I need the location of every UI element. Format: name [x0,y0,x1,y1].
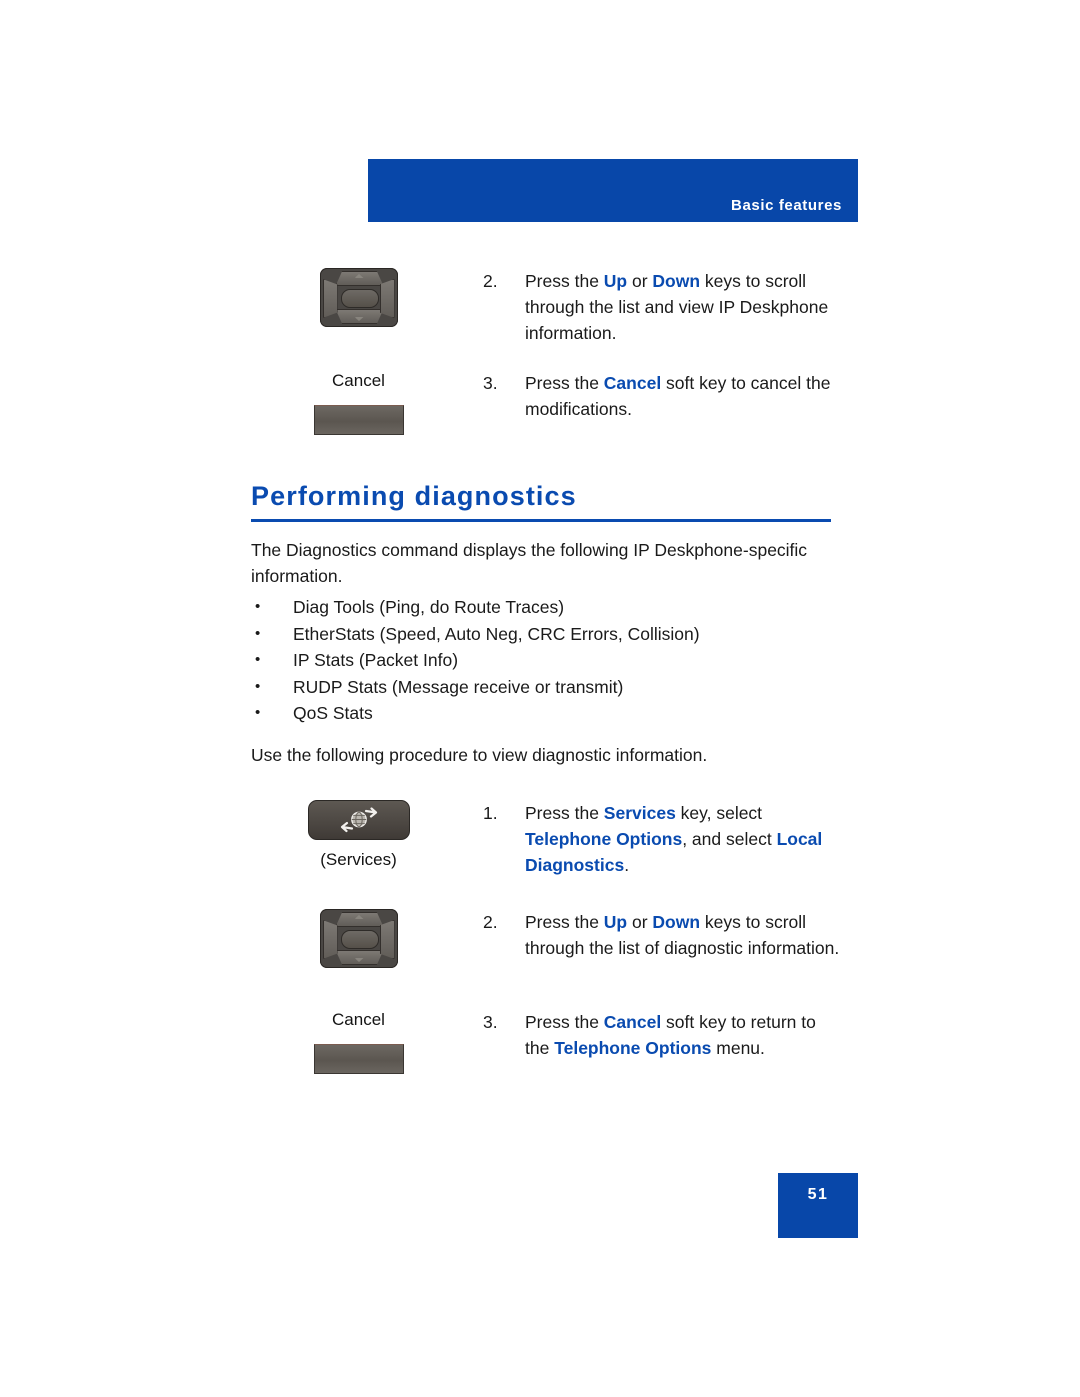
soft-key-icon [313,405,404,435]
nav-center-button [340,289,379,308]
emphasized-term: Services [603,803,676,823]
list-item: EtherStats (Speed, Auto Neg, CRC Errors,… [251,621,851,648]
step-text: Press the Up or Down keys to scroll thro… [525,909,843,961]
section-heading-block: Performing diagnostics [251,480,831,522]
procedure-intro-paragraph: Use the following procedure to view diag… [251,745,708,765]
body-text-run: , and select [682,829,777,849]
services-key-icon [307,800,410,840]
nav-left-segment [322,920,338,959]
nav-up-segment [335,912,384,927]
step-text: Press the Cancel soft key to cancel the … [525,370,843,422]
step-body: 3. Press the Cancel soft key to cancel t… [483,370,843,422]
diagnostics-bullet-list: Diag Tools (Ping, do Route Traces) Ether… [251,594,851,727]
step-body: 2. Press the Up or Down keys to scroll t… [483,268,843,346]
step-body: 1. Press the Services key, select Teleph… [483,800,843,878]
list-item: QoS Stats [251,700,851,727]
body-text-run: Press the [525,271,604,291]
soft-key-caption: Cancel [332,371,385,390]
heading-rule [251,519,831,522]
step-number: 3. [483,373,498,393]
nav-right-segment [379,920,395,959]
body-text-run: Press the [525,803,604,823]
emphasized-term: Down [652,912,701,932]
nav-right-segment [379,279,395,318]
emphasized-term: Cancel [603,1012,662,1032]
services-key-caption: (Services) [320,850,397,869]
emphasized-term: Telephone Options [554,1038,712,1058]
emphasized-term: Down [652,271,701,291]
step-number: 3. [483,1012,498,1032]
page-title: Performing diagnostics [251,481,577,511]
soft-key-caption: Cancel [332,1010,385,1029]
body-text-run: or [627,271,653,291]
body-text-run: or [627,912,653,932]
navigation-cluster-key-icon [319,909,398,968]
soft-key-icon [313,1044,404,1074]
list-item: IP Stats (Packet Info) [251,647,851,674]
step-art-navigation-key [251,909,466,968]
page-number: 51 [807,1186,829,1203]
step-number: 2. [483,271,498,291]
section-intro-paragraph: The Diagnostics command displays the fol… [251,540,808,586]
body-text-run: menu. [711,1038,765,1058]
list-item: RUDP Stats (Message receive or transmit) [251,674,851,701]
body-text-run: Press the [525,1012,604,1032]
nav-down-segment [335,309,384,324]
page-number-box: 51 [778,1173,858,1238]
step-text: Press the Cancel soft key to return to t… [525,1009,843,1061]
nav-left-segment [322,279,338,318]
step-art-soft-key: Cancel [251,370,466,435]
document-page: Basic features 2. Press the Up or Down k… [0,0,1080,1397]
emphasized-term: Cancel [603,373,662,393]
emphasized-term: Up [603,271,628,291]
step-body: 3. Press the Cancel soft key to return t… [483,1009,843,1061]
body-text-run: key, select [675,803,763,823]
body-text-run: Press the [525,373,604,393]
step-number: 2. [483,912,498,932]
nav-up-segment [335,271,384,286]
step-art-soft-key: Cancel [251,1009,466,1074]
nav-center-button [340,930,379,949]
step-body: 2. Press the Up or Down keys to scroll t… [483,909,843,961]
emphasized-term: Up [603,912,628,932]
step-number: 1. [483,803,498,823]
step-text: Press the Up or Down keys to scroll thro… [525,268,843,346]
step-text: Press the Services key, select Telephone… [525,800,843,878]
step-art-services-key: (Services) [251,800,466,871]
body-text-run: Press the [525,912,604,932]
nav-down-segment [335,950,384,965]
navigation-cluster-key-icon [319,268,398,327]
list-item: Diag Tools (Ping, do Route Traces) [251,594,851,621]
running-header-bar: Basic features [368,159,858,222]
step-art-navigation-key [251,268,466,327]
body-text-run: . [624,855,630,875]
emphasized-term: Telephone Options [525,829,683,849]
running-header-title: Basic features [731,197,842,214]
globe-with-arrows-icon [340,807,377,833]
